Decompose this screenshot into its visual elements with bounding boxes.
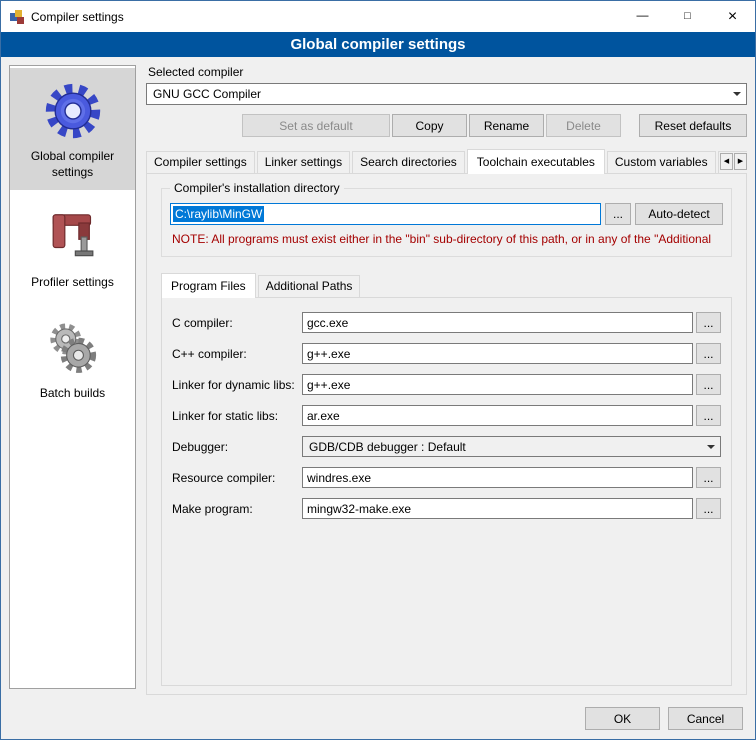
- static-linker-input[interactable]: [302, 405, 693, 426]
- settings-category-list: Global compiler settings Profiler settin…: [9, 65, 136, 689]
- resource-compiler-browse-button[interactable]: ...: [696, 467, 721, 488]
- app-icon: [9, 9, 25, 25]
- sidebar-item-label: Global compiler settings: [14, 149, 131, 180]
- compiler-settings-window: Compiler settings — □ × Global compiler …: [0, 0, 756, 740]
- note-text: NOTE: All programs must exist either in …: [172, 232, 723, 246]
- compiler-select[interactable]: GNU GCC Compiler: [146, 83, 747, 105]
- copy-button[interactable]: Copy: [392, 114, 467, 137]
- sidebar-item-global-compiler-settings[interactable]: Global compiler settings: [10, 68, 135, 190]
- install-dir-input[interactable]: C:\raylib\MinGW: [170, 203, 601, 225]
- tab-scroll-right-button[interactable]: ▶: [734, 153, 747, 170]
- make-program-input[interactable]: [302, 498, 693, 519]
- window-title: Compiler settings: [31, 10, 124, 24]
- resource-compiler-label: Resource compiler:: [172, 471, 302, 485]
- program-tabs: Program Files Additional Paths: [161, 273, 738, 298]
- maximize-button[interactable]: □: [665, 1, 710, 32]
- window-controls: — □ ×: [620, 1, 755, 32]
- installation-directory-group-label: Compiler's installation directory: [170, 181, 344, 195]
- ok-button[interactable]: OK: [585, 707, 660, 730]
- gray-gears-icon: [42, 317, 104, 379]
- close-icon: ×: [728, 9, 737, 25]
- static-linker-browse-button[interactable]: ...: [696, 405, 721, 426]
- dialog-content: Global compiler settings Profiler settin…: [1, 57, 755, 739]
- installation-directory-row: C:\raylib\MinGW ... Auto-detect: [170, 203, 723, 225]
- sidebar-item-batch-builds[interactable]: Batch builds: [10, 305, 135, 412]
- make-program-row: Make program: ...: [172, 498, 721, 519]
- maximize-icon: □: [684, 11, 691, 22]
- c-compiler-row: C compiler: ...: [172, 312, 721, 333]
- dialog-heading: Global compiler settings: [290, 36, 465, 53]
- install-dir-value: C:\raylib\MinGW: [173, 206, 264, 222]
- tab-scroll-buttons: ◀ ▶: [720, 153, 747, 170]
- rename-button[interactable]: Rename: [469, 114, 544, 137]
- titlebar: Compiler settings — □ ×: [1, 1, 755, 32]
- blue-gear-icon: [42, 80, 104, 142]
- cancel-button[interactable]: Cancel: [668, 707, 743, 730]
- tab-toolchain-executables[interactable]: Toolchain executables: [467, 149, 605, 174]
- sidebar-item-profiler-settings[interactable]: Profiler settings: [10, 194, 135, 301]
- dynamic-linker-label: Linker for dynamic libs:: [172, 378, 302, 392]
- compiler-actions: Set as default Copy Rename Delete Reset …: [146, 114, 747, 137]
- chevron-down-icon: [728, 84, 746, 104]
- right-arrow-icon: ▶: [738, 158, 743, 165]
- debugger-label: Debugger:: [172, 440, 302, 454]
- left-arrow-icon: ◀: [724, 158, 729, 165]
- set-as-default-button[interactable]: Set as default: [242, 114, 390, 137]
- profiler-clamp-icon: [42, 206, 104, 268]
- make-program-browse-button[interactable]: ...: [696, 498, 721, 519]
- settings-tabs: Compiler settings Linker settings Search…: [146, 149, 747, 174]
- dynamic-linker-row: Linker for dynamic libs: ...: [172, 374, 721, 395]
- dialog-heading-banner: Global compiler settings: [1, 32, 755, 57]
- dialog-footer: OK Cancel: [585, 707, 743, 730]
- cpp-compiler-input[interactable]: [302, 343, 693, 364]
- main-panel: Selected compiler GNU GCC Compiler Set a…: [146, 63, 747, 695]
- debugger-row: Debugger: GDB/CDB debugger : Default: [172, 436, 721, 457]
- c-compiler-label: C compiler:: [172, 316, 302, 330]
- reset-defaults-button[interactable]: Reset defaults: [639, 114, 747, 137]
- make-program-label: Make program:: [172, 502, 302, 516]
- compiler-select-value: GNU GCC Compiler: [153, 87, 261, 101]
- dynamic-linker-browse-button[interactable]: ...: [696, 374, 721, 395]
- resource-compiler-input[interactable]: [302, 467, 693, 488]
- install-dir-browse-button[interactable]: ...: [605, 203, 631, 225]
- tab-scroll-left-button[interactable]: ◀: [720, 153, 733, 170]
- toolchain-executables-panel: Compiler's installation directory C:\ray…: [146, 173, 747, 695]
- cpp-compiler-row: C++ compiler: ...: [172, 343, 721, 364]
- tab-compiler-settings[interactable]: Compiler settings: [146, 151, 255, 173]
- close-button[interactable]: ×: [710, 1, 755, 32]
- resource-compiler-row: Resource compiler: ...: [172, 467, 721, 488]
- dynamic-linker-input[interactable]: [302, 374, 693, 395]
- program-files-panel: C compiler: ... C++ compiler: ... Linker…: [161, 297, 732, 686]
- selected-compiler-label: Selected compiler: [148, 65, 747, 79]
- debugger-select[interactable]: GDB/CDB debugger : Default: [302, 436, 721, 457]
- autodetect-button[interactable]: Auto-detect: [635, 203, 723, 225]
- cpp-compiler-label: C++ compiler:: [172, 347, 302, 361]
- debugger-select-value: GDB/CDB debugger : Default: [309, 440, 466, 454]
- sidebar-item-label: Batch builds: [40, 386, 105, 402]
- c-compiler-input[interactable]: [302, 312, 693, 333]
- tab-search-directories[interactable]: Search directories: [352, 151, 465, 173]
- static-linker-row: Linker for static libs: ...: [172, 405, 721, 426]
- delete-button[interactable]: Delete: [546, 114, 621, 137]
- chevron-down-icon: [702, 437, 720, 456]
- tab-additional-paths[interactable]: Additional Paths: [258, 275, 361, 297]
- cpp-compiler-browse-button[interactable]: ...: [696, 343, 721, 364]
- tab-program-files[interactable]: Program Files: [161, 273, 256, 298]
- sidebar-item-label: Profiler settings: [31, 275, 114, 291]
- tab-linker-settings[interactable]: Linker settings: [257, 151, 350, 173]
- c-compiler-browse-button[interactable]: ...: [696, 312, 721, 333]
- minimize-icon: —: [637, 9, 649, 21]
- tab-custom-variables[interactable]: Custom variables: [607, 151, 716, 173]
- static-linker-label: Linker for static libs:: [172, 409, 302, 423]
- minimize-button[interactable]: —: [620, 1, 665, 32]
- installation-directory-group: Compiler's installation directory C:\ray…: [161, 188, 732, 257]
